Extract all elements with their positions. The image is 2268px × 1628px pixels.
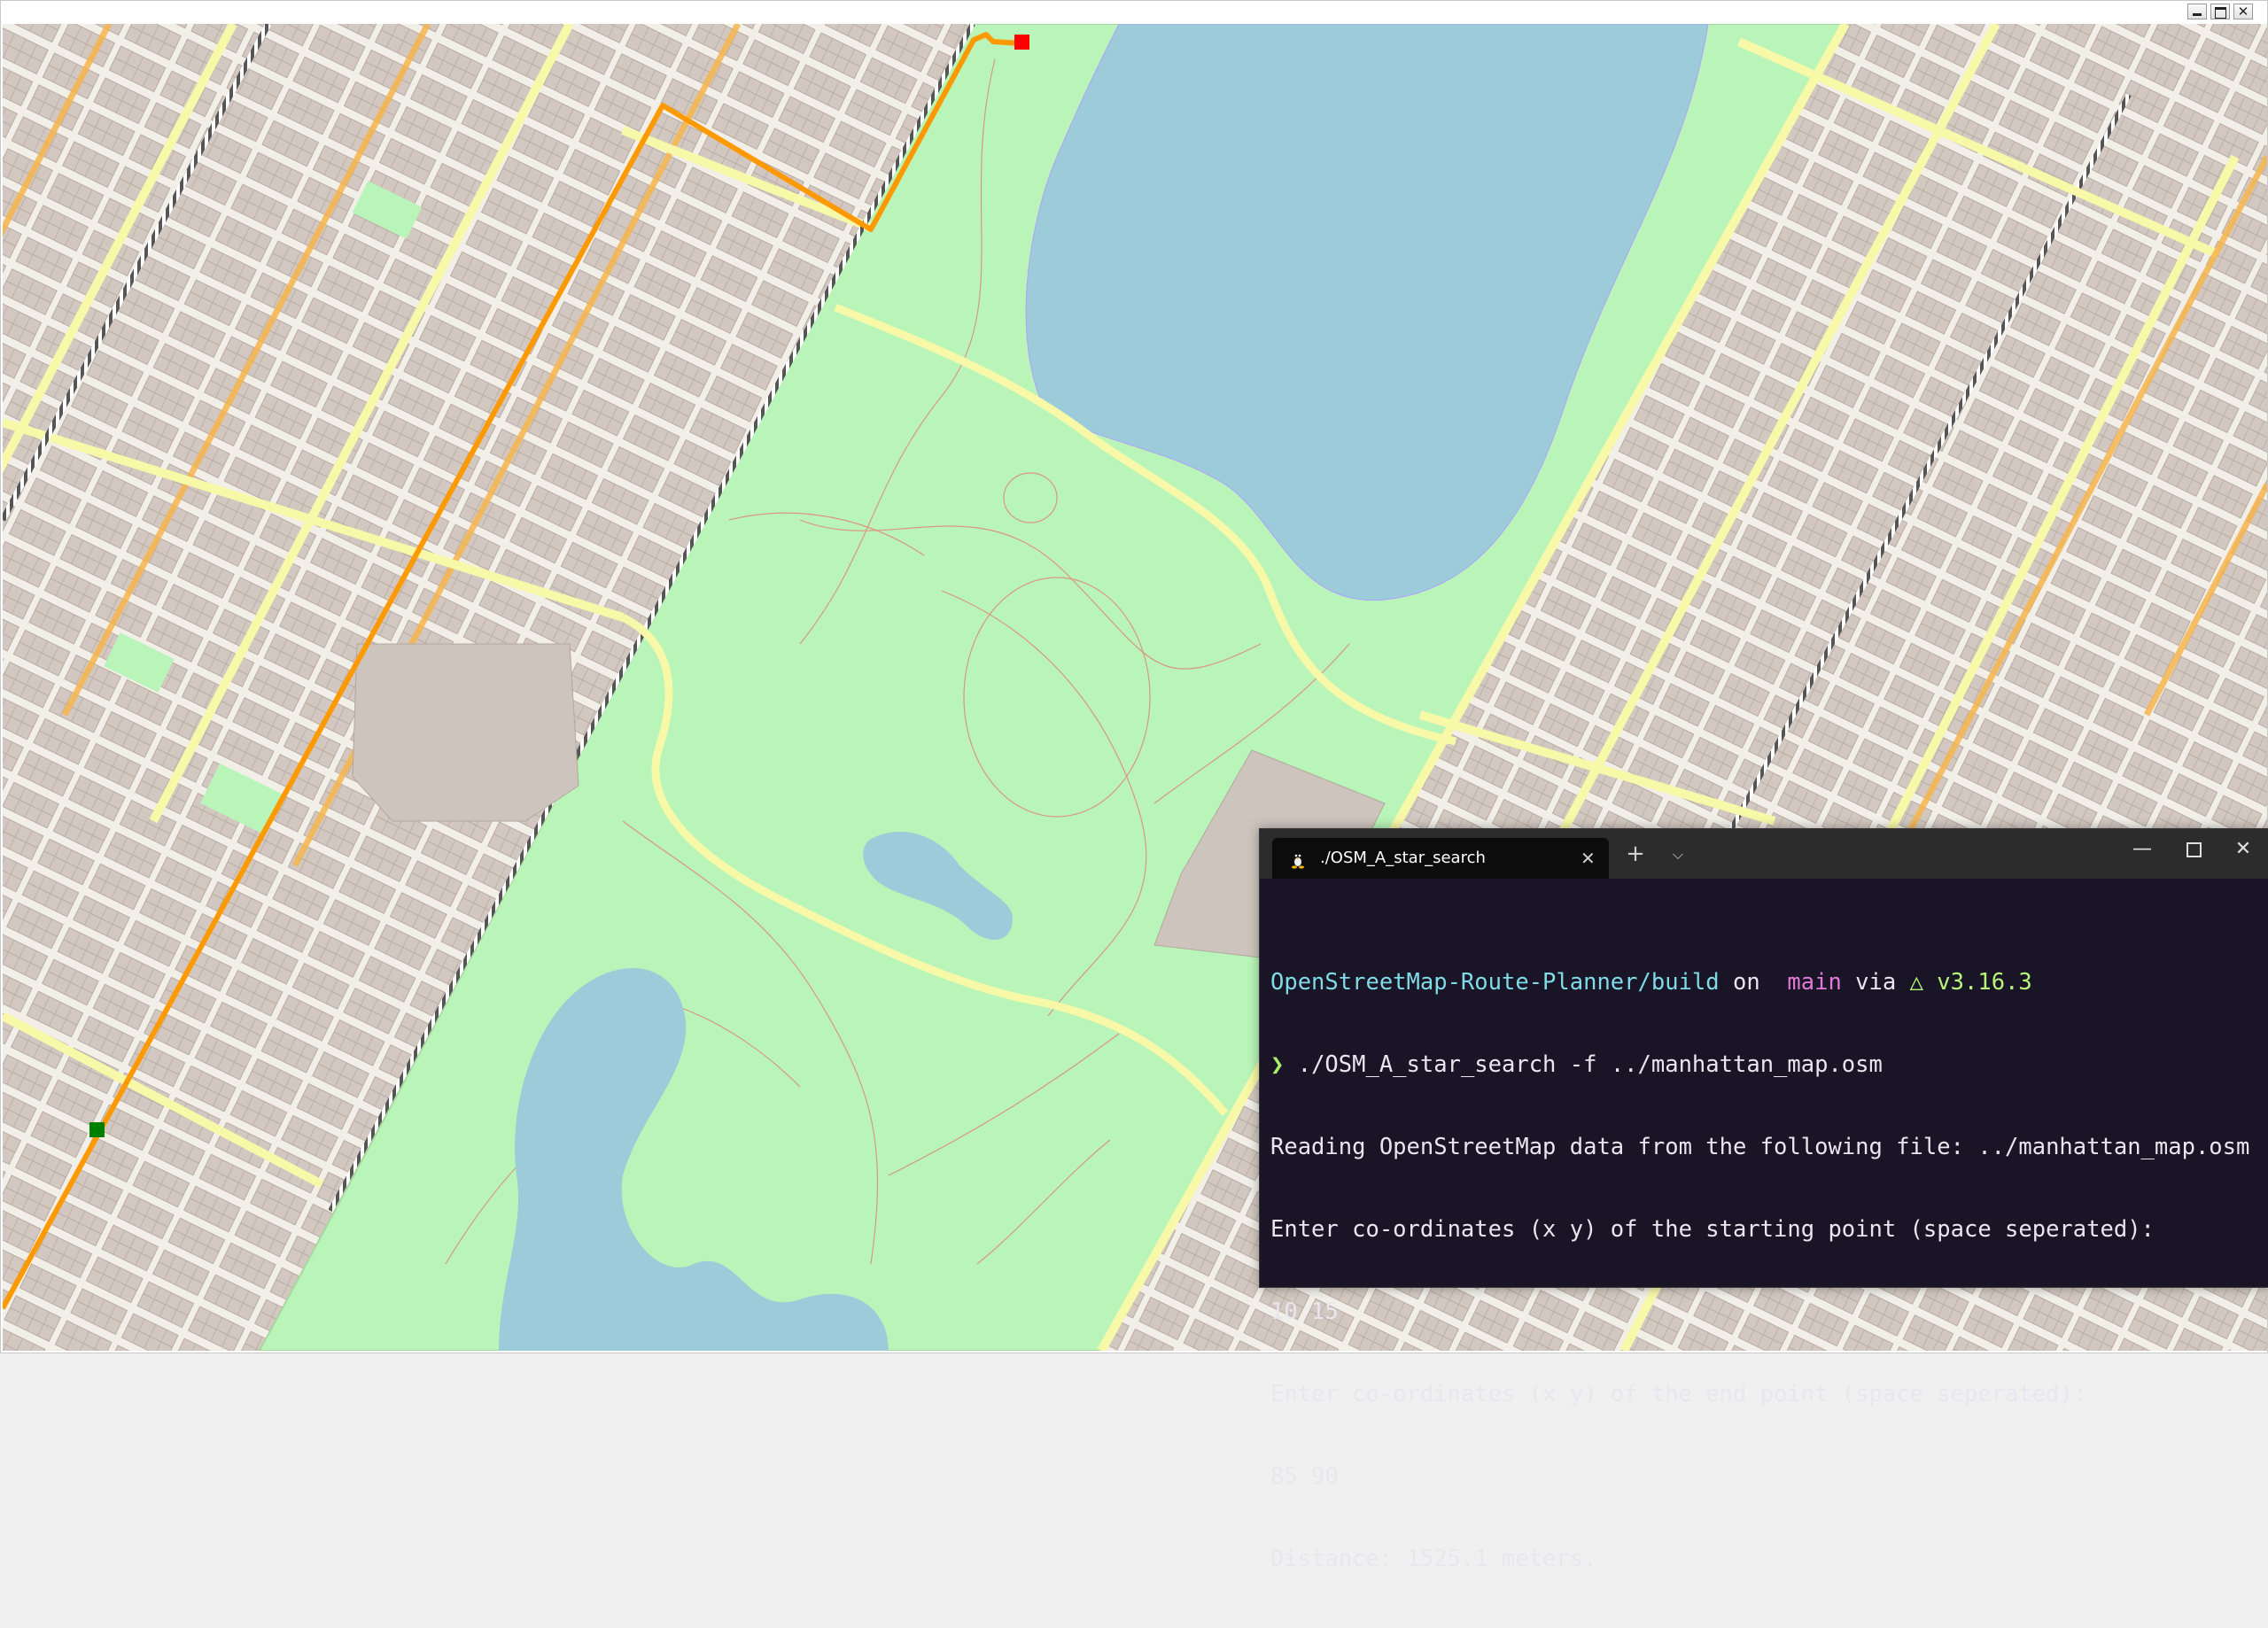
terminal-close-button[interactable]: ✕ bbox=[2217, 829, 2268, 870]
prompt-branch: main bbox=[1774, 969, 1842, 996]
prompt-via: via bbox=[1841, 969, 1910, 996]
prompt-on: on bbox=[1719, 969, 1775, 996]
terminal-window[interactable]: ./OSM_A_star_search ✕ + ⌵ — ✕ OpenStreet… bbox=[1259, 828, 2268, 1572]
new-tab-button[interactable]: + bbox=[1614, 829, 1657, 879]
start-marker bbox=[89, 1122, 105, 1137]
linux-tux-icon bbox=[1292, 853, 1304, 869]
terminal-output[interactable]: OpenStreetMap-Route-Planner/build on mai… bbox=[1270, 914, 2259, 1628]
terminal-minimize-button[interactable]: — bbox=[2116, 829, 2169, 870]
end-marker bbox=[1014, 35, 1029, 50]
minimize-button[interactable] bbox=[2187, 4, 2207, 19]
close-icon: ✕ bbox=[2237, 4, 2249, 19]
terminal-maximize-button[interactable] bbox=[2167, 829, 2220, 870]
prompt-path: OpenStreetMap-Route-Planner/build bbox=[1270, 969, 1720, 996]
output-line: Distance: 1525.1 meters. bbox=[1270, 1546, 1597, 1572]
output-line: Reading OpenStreetMap data from the foll… bbox=[1270, 1134, 2250, 1160]
prompt-version: v3.16.3 bbox=[1922, 969, 2032, 996]
tab-title: ./OSM_A_star_search bbox=[1320, 849, 1486, 867]
minimize-icon bbox=[2188, 4, 2206, 19]
building-block bbox=[352, 643, 579, 822]
maximize-icon bbox=[2186, 841, 2202, 857]
output-line: Enter co-ordinates (x y) of the starting… bbox=[1270, 1216, 2155, 1243]
chevron-down-icon: ⌵ bbox=[1672, 846, 1684, 863]
prompt-arrow-icon: ❯ bbox=[1270, 1051, 1285, 1078]
close-tab-icon[interactable]: ✕ bbox=[1581, 838, 1596, 879]
maximize-icon bbox=[2211, 4, 2229, 19]
maximize-button[interactable] bbox=[2210, 4, 2230, 19]
app-window: ✕ ./OSM_A_star_search ✕ + ⌵ — ✕ OpenStre… bbox=[0, 0, 2268, 1572]
prompt-line: OpenStreetMap-Route-Planner/build on mai… bbox=[1270, 969, 2259, 996]
terminal-tabbar: ./OSM_A_star_search ✕ + ⌵ — ✕ bbox=[1260, 829, 2268, 879]
output-line: Enter co-ordinates (x y) of the end poin… bbox=[1270, 1381, 2087, 1407]
output-line: 85 90 bbox=[1270, 1463, 1339, 1490]
app-titlebar: ✕ bbox=[1, 1, 2267, 24]
terminal-tab[interactable]: ./OSM_A_star_search ✕ bbox=[1272, 838, 1609, 879]
command-text: ./OSM_A_star_search -f ../manhattan_map.… bbox=[1284, 1051, 1883, 1078]
output-line: 10 15 bbox=[1270, 1299, 1339, 1325]
close-button[interactable]: ✕ bbox=[2233, 4, 2253, 19]
cmake-icon: △ bbox=[1909, 969, 1923, 996]
command-line: ❯ ./OSM_A_star_search -f ../manhattan_ma… bbox=[1270, 1051, 2259, 1079]
tab-dropdown-button[interactable]: ⌵ bbox=[1658, 829, 1697, 879]
